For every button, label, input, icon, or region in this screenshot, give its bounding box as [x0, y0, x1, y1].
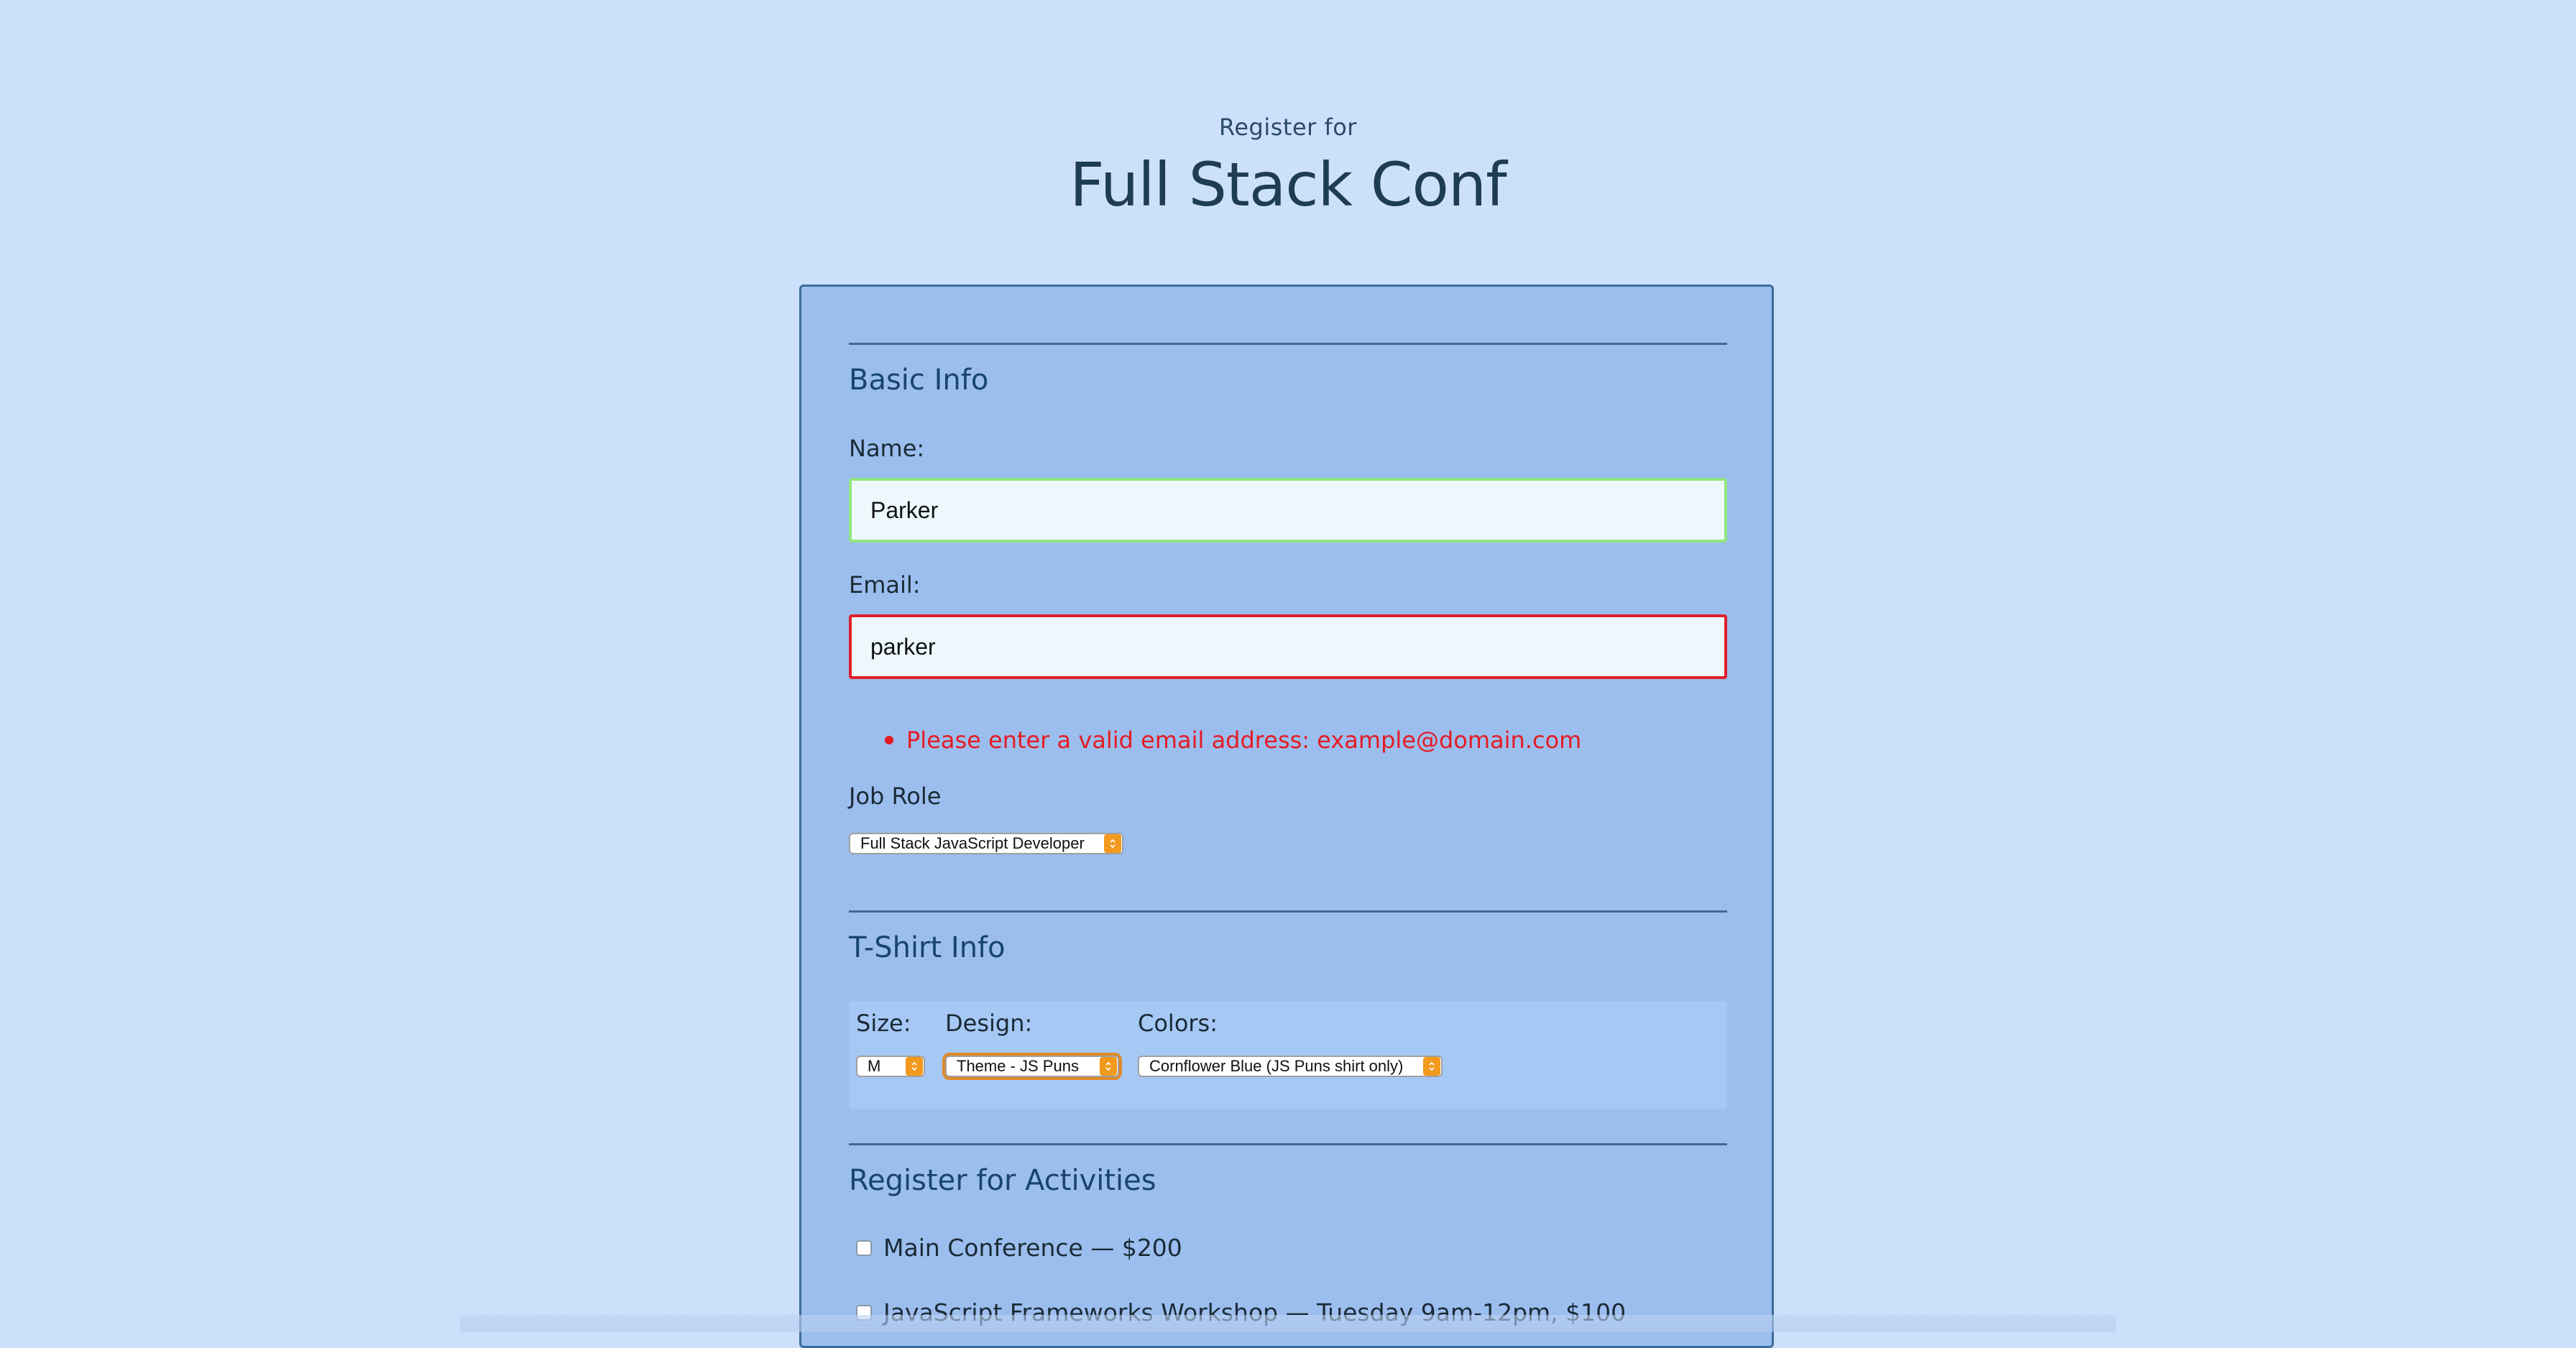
- tshirt-field-group: Size: M Design: Theme - JS Puns Colors: …: [849, 1001, 1727, 1109]
- email-input-wrap: parker: [849, 614, 1727, 679]
- job-role-select[interactable]: Full Stack JavaScript Developer: [849, 833, 1123, 854]
- select-chevron-icon: [1104, 834, 1121, 853]
- basic-info-title: Basic Info: [849, 364, 989, 397]
- design-label: Design:: [945, 1010, 1033, 1037]
- activities-section: Register for Activities: [849, 1143, 1727, 1197]
- basic-info-section: Basic Info: [849, 343, 1727, 397]
- activity-checkbox[interactable]: [856, 1239, 872, 1256]
- email-label: Email:: [849, 571, 921, 599]
- email-error-wrap: Please enter a valid email address: exam…: [849, 726, 1727, 754]
- size-select[interactable]: M: [856, 1056, 925, 1077]
- job-role-select-value: Full Stack JavaScript Developer: [860, 834, 1085, 852]
- job-role-label: Job Role: [849, 783, 942, 810]
- tshirt-fields: Size: M Design: Theme - JS Puns Colors: …: [849, 1001, 1727, 1109]
- activity-main-conference[interactable]: Main Conference — $200: [849, 1234, 1182, 1262]
- size-label: Size:: [856, 1010, 911, 1037]
- email-error-message: Please enter a valid email address: exam…: [885, 726, 1727, 754]
- tshirt-info-section: T-Shirt Info: [849, 910, 1727, 964]
- colors-select-value: Cornflower Blue (JS Puns shirt only): [1149, 1057, 1404, 1075]
- select-chevron-icon: [1423, 1057, 1440, 1076]
- page-title: Full Stack Conf: [1070, 149, 1506, 220]
- name-input[interactable]: Parker: [849, 478, 1727, 543]
- job-role-group: Job Role: [849, 783, 1727, 810]
- name-input-wrap: Parker: [849, 478, 1727, 543]
- email-input-value: parker: [870, 633, 936, 660]
- registration-form: Basic Info Name: Parker Email: parker Pl…: [799, 285, 1774, 1348]
- job-role-select-wrap: Full Stack JavaScript Developer: [849, 833, 1727, 854]
- email-field-group: Email:: [849, 571, 1727, 599]
- basic-info-divider: [849, 343, 1727, 345]
- size-field: Size: M: [856, 1010, 925, 1077]
- colors-label: Colors:: [1138, 1010, 1218, 1037]
- activities-title: Register for Activities: [849, 1164, 1156, 1197]
- name-input-value: Parker: [870, 497, 939, 523]
- email-error-text: Please enter a valid email address: exam…: [906, 726, 1582, 754]
- colors-select[interactable]: Cornflower Blue (JS Puns shirt only): [1138, 1056, 1443, 1077]
- design-field: Design: Theme - JS Puns: [945, 1010, 1119, 1077]
- tshirt-info-divider: [849, 910, 1727, 913]
- bottom-shadow: [460, 1315, 2116, 1332]
- register-for-kicker: Register for: [1219, 114, 1357, 141]
- colors-field: Colors: Cornflower Blue (JS Puns shirt o…: [1138, 1010, 1443, 1077]
- name-field-group: Name:: [849, 435, 1727, 462]
- design-select[interactable]: Theme - JS Puns: [945, 1056, 1119, 1077]
- activity-label: Main Conference — $200: [883, 1234, 1182, 1262]
- name-label: Name:: [849, 435, 925, 462]
- email-input[interactable]: parker: [849, 614, 1727, 679]
- select-chevron-icon: [906, 1057, 923, 1076]
- activities-divider: [849, 1143, 1727, 1145]
- size-select-value: M: [868, 1057, 881, 1075]
- design-select-value: Theme - JS Puns: [957, 1057, 1079, 1075]
- page-header: Register for Full Stack Conf: [0, 114, 2576, 220]
- tshirt-info-title: T-Shirt Info: [849, 931, 1006, 964]
- select-chevron-icon: [1100, 1057, 1117, 1076]
- error-bullet-icon: [885, 736, 893, 744]
